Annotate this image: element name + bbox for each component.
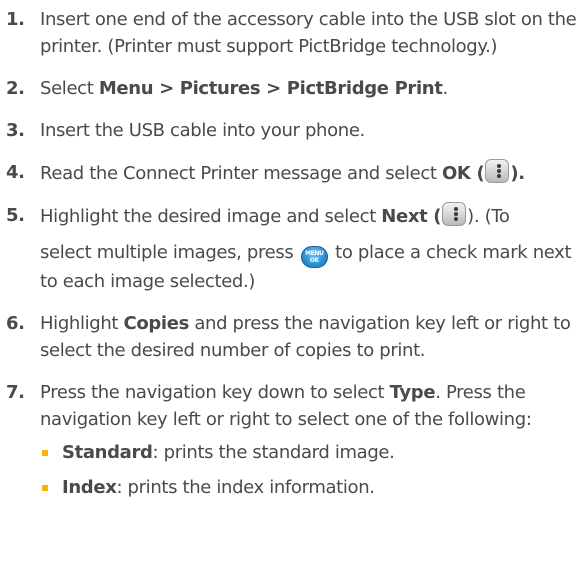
step-3: 3. Insert the USB cable into your phone. — [6, 117, 584, 144]
step-text: Select Menu > Pictures > PictBridge Prin… — [40, 78, 448, 99]
step-text-suffix: . — [442, 78, 449, 99]
type-options-list: Standard: prints the standard image. Ind… — [40, 439, 584, 501]
step-number: 3. — [6, 120, 25, 141]
step-7: 7. Press the navigation key down to sele… — [6, 379, 584, 501]
menu-key-bottom-label: OK — [309, 257, 319, 264]
step-text-prefix: Highlight the desired image and select — [40, 206, 382, 227]
ok-label: OK — [441, 163, 471, 184]
copies-label: Copies — [123, 313, 190, 334]
menu-label: Menu — [98, 78, 154, 99]
step-4: 4. Read the Connect Printer message and … — [6, 159, 584, 187]
step-text-prefix: Press the navigation key down to select — [40, 382, 390, 403]
step-text-prefix: Read the Connect Printer message and sel… — [40, 163, 442, 184]
step-number: 6. — [6, 313, 25, 334]
paren-open: ( — [470, 163, 485, 184]
step-2: 2. Select Menu > Pictures > PictBridge P… — [6, 75, 584, 102]
step-text: Press the navigation key down to select … — [40, 382, 532, 430]
instruction-steps: 1. Insert one end of the accessory cable… — [6, 6, 584, 516]
step-text: Insert one end of the accessory cable in… — [40, 9, 577, 57]
step-text: Insert the USB cable into your phone. — [40, 120, 365, 141]
pictbridge-print-label: PictBridge Print — [286, 78, 443, 99]
step-text-prefix: Highlight — [40, 313, 124, 334]
option-description: : prints the index information. — [116, 477, 375, 498]
option-label: Standard — [62, 442, 153, 463]
path-separator: > — [153, 78, 180, 99]
menu-key-top-label: MENU — [305, 250, 324, 257]
right-softkey-icon — [442, 202, 467, 226]
option-description: : prints the standard image. — [152, 442, 395, 463]
next-label: Next — [381, 206, 428, 227]
step-number: 1. — [6, 9, 25, 30]
option-label: Index — [62, 477, 117, 498]
step-1: 1. Insert one end of the accessory cable… — [6, 6, 584, 60]
step-5: 5. Highlight the desired image and selec… — [6, 202, 584, 295]
step-5-continuation: select multiple images, press MENU OK to … — [40, 239, 584, 295]
step-text-prefix: select multiple images, press — [40, 242, 299, 263]
step-text: Read the Connect Printer message and sel… — [40, 159, 525, 184]
paren-open: ( — [427, 206, 442, 227]
bullet-square-icon — [42, 450, 48, 456]
step-text-prefix: Select — [40, 78, 99, 99]
step-text: Highlight Copies and press the navigatio… — [40, 313, 571, 361]
list-item: Standard: prints the standard image. — [40, 439, 584, 466]
pictures-label: Pictures — [179, 78, 261, 99]
menu-ok-key-icon: MENU OK — [300, 246, 328, 268]
step-number: 5. — [6, 205, 25, 226]
bullet-square-icon — [42, 485, 48, 491]
step-6: 6. Highlight Copies and press the naviga… — [6, 310, 584, 364]
list-item: Index: prints the index information. — [40, 474, 584, 501]
paren-close: ). — [510, 163, 525, 184]
step-number: 2. — [6, 78, 25, 99]
step-text: Highlight the desired image and select N… — [40, 202, 584, 295]
step-number: 7. — [6, 382, 25, 403]
path-separator: > — [260, 78, 287, 99]
paren-close: ). (To — [467, 206, 510, 227]
right-softkey-icon — [485, 159, 510, 183]
step-number: 4. — [6, 162, 25, 183]
type-label: Type — [389, 382, 436, 403]
